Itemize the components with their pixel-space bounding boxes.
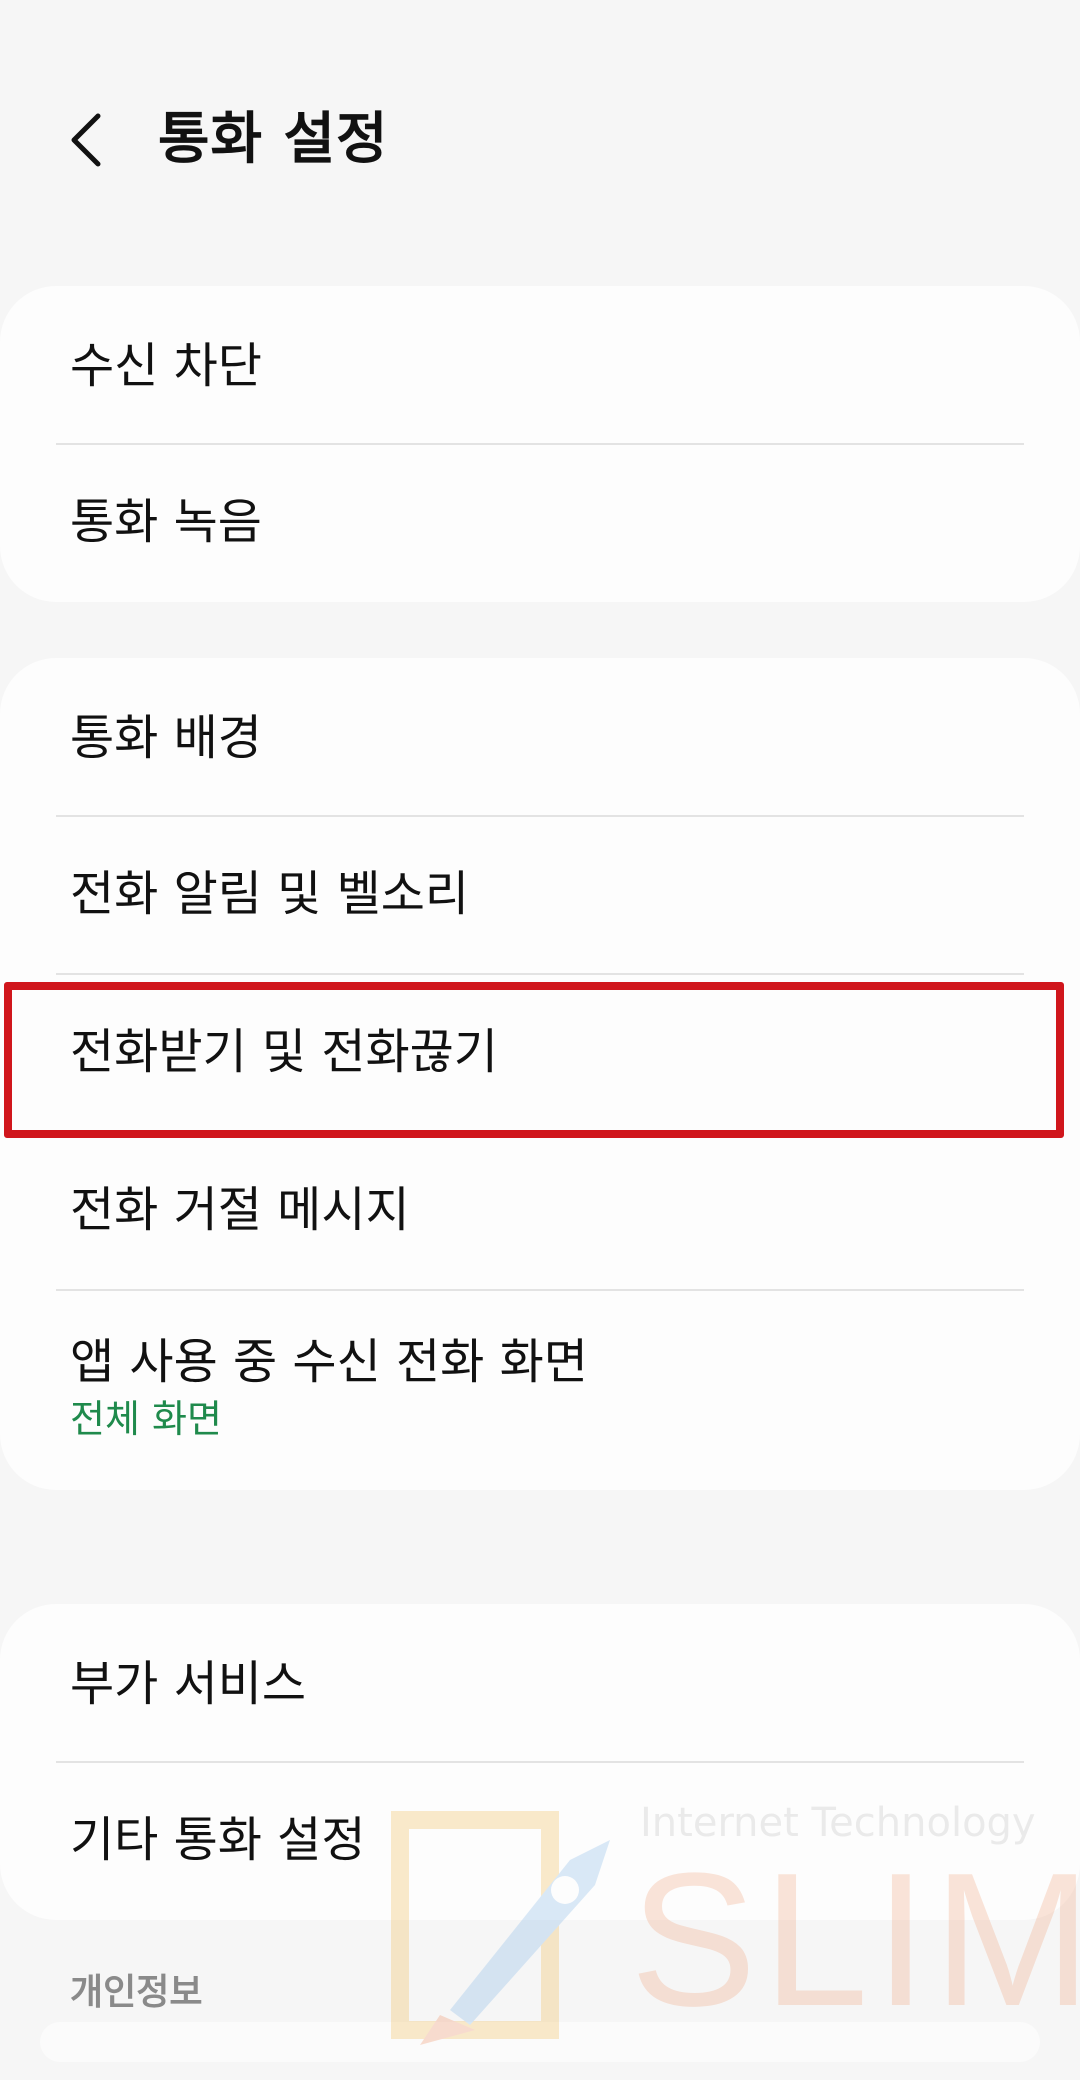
setting-item-label: 전화 거절 메시지: [70, 1182, 410, 1238]
section-header-privacy: 개인정보: [70, 1972, 203, 2013]
chevron-left-icon: [71, 113, 101, 167]
page-title: 통화 설정: [158, 107, 389, 172]
settings-group-3: 부가 서비스 기타 통화 설정: [0, 1604, 1080, 1920]
setting-item-label: 앱 사용 중 수신 전화 화면: [70, 1334, 588, 1390]
app-header: 통화 설정: [0, 0, 1080, 290]
setting-item-label: 통화 녹음: [70, 494, 262, 550]
setting-item-subtext: 전체 화면: [70, 1397, 222, 1441]
settings-group-4: [40, 2022, 1040, 2062]
setting-item-ringtone[interactable]: 전화 알림 및 벨소리: [0, 816, 1080, 974]
setting-item-label: 통화 배경: [70, 710, 262, 766]
setting-item-supplementary-services[interactable]: 부가 서비스: [0, 1604, 1080, 1762]
setting-item-label: 부가 서비스: [70, 1656, 307, 1712]
setting-item-incoming-call-display[interactable]: 앱 사용 중 수신 전화 화면 전체 화면: [0, 1290, 1080, 1490]
setting-item-call-recording[interactable]: 통화 녹음: [0, 444, 1080, 602]
back-button[interactable]: [56, 100, 116, 180]
setting-item-call-blocking[interactable]: 수신 차단: [0, 286, 1080, 444]
setting-item-call-background[interactable]: 통화 배경: [0, 658, 1080, 816]
setting-item-label: 수신 차단: [70, 338, 262, 394]
setting-item-label: 기타 통화 설정: [70, 1812, 366, 1868]
setting-item-other-call-settings[interactable]: 기타 통화 설정: [0, 1762, 1080, 1920]
settings-group-1: 수신 차단 통화 녹음: [0, 286, 1080, 602]
highlight-box: [4, 982, 1064, 1138]
setting-item-reject-messages[interactable]: 전화 거절 메시지: [0, 1132, 1080, 1290]
setting-item-label: 전화 알림 및 벨소리: [70, 866, 470, 922]
